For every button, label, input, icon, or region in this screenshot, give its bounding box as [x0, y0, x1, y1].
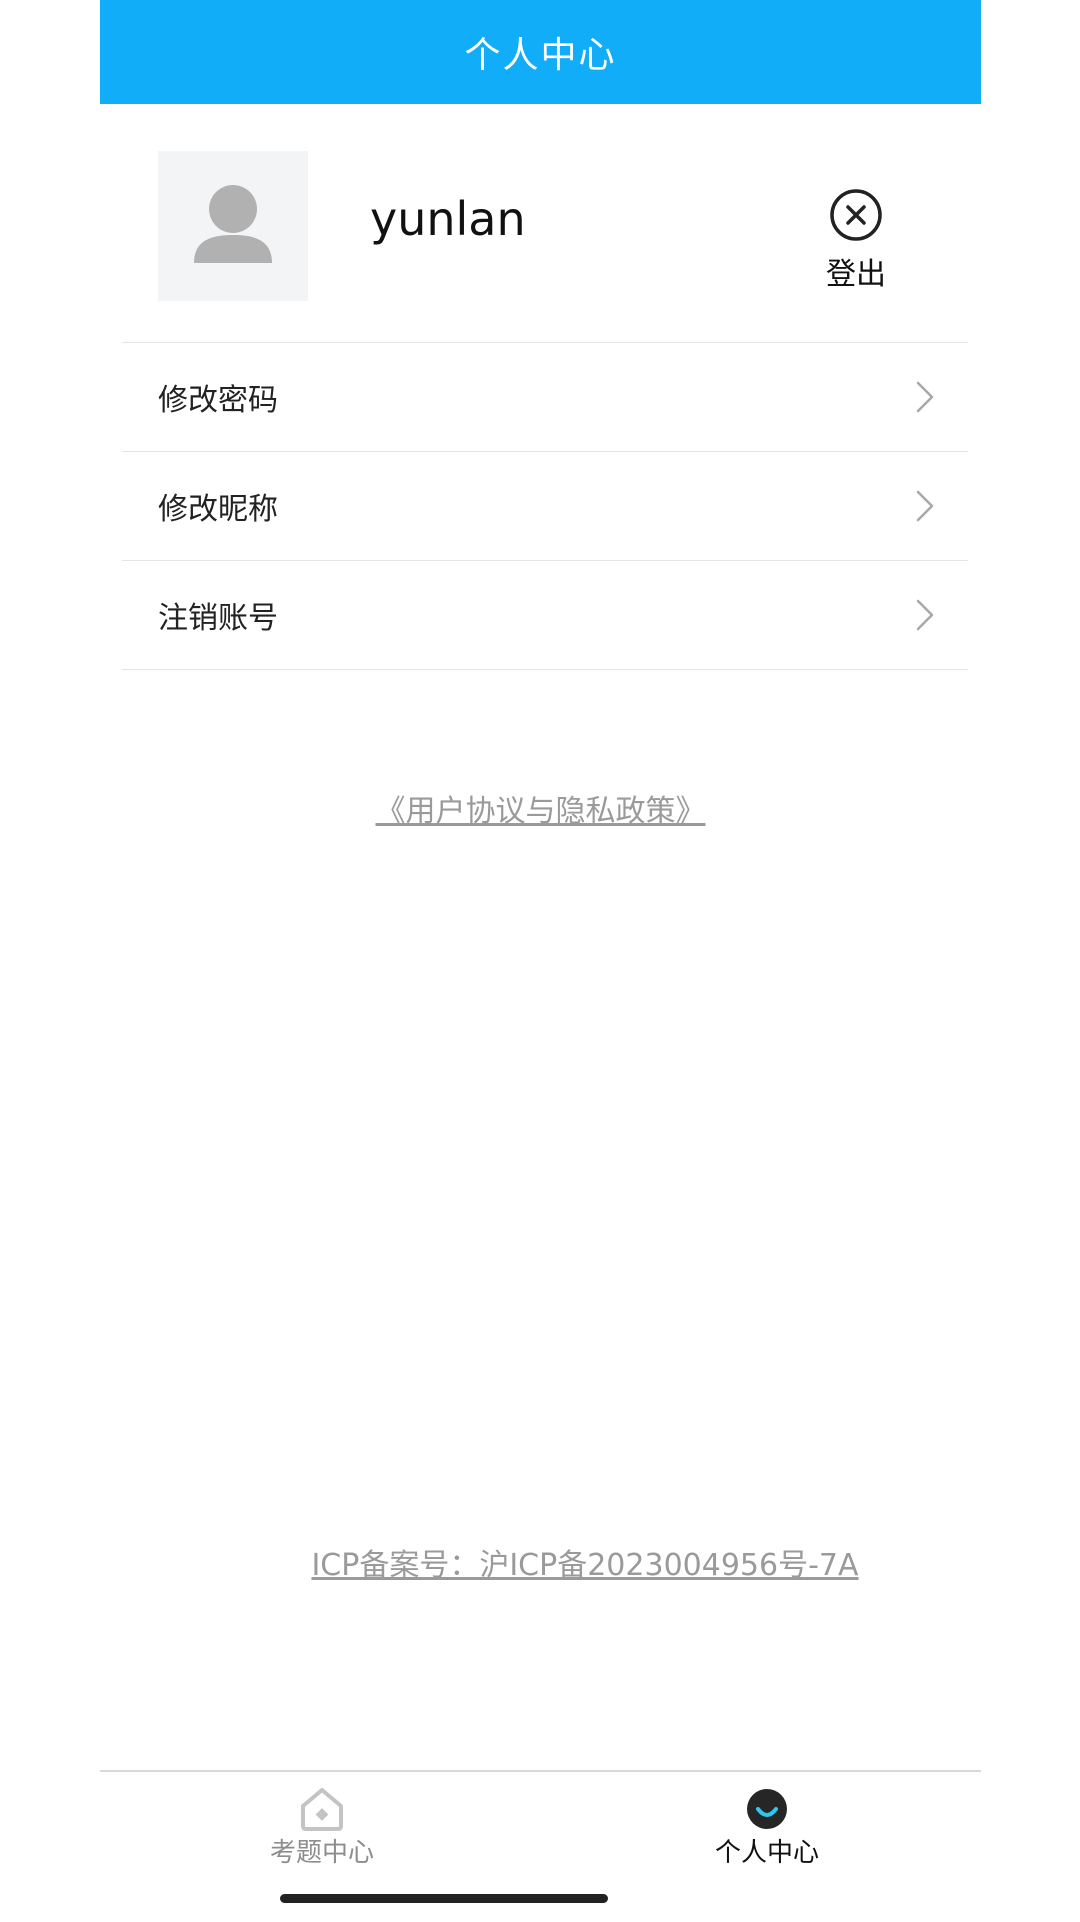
- chevron-right-icon: [916, 490, 934, 522]
- user-silhouette-icon: [194, 185, 272, 263]
- tab-label: 个人中心: [714, 1838, 819, 1868]
- menu-item-label: 修改昵称: [158, 492, 278, 527]
- home-indicator[interactable]: [280, 1894, 608, 1903]
- settings-menu: 修改密码 修改昵称 注销账号: [122, 342, 968, 670]
- menu-item-label: 修改密码: [158, 383, 278, 418]
- tab-exam-center[interactable]: 考题中心: [222, 1784, 422, 1866]
- app-screen: 个人中心 yunlan 登出 修改密码 修改昵称 注销账号 《用户协议与隐私政策…: [100, 0, 981, 1922]
- username: yunlan: [370, 192, 526, 246]
- profile-icon: [747, 1789, 787, 1829]
- menu-item-change-nickname[interactable]: 修改昵称: [122, 452, 968, 561]
- tab-personal-center[interactable]: 个人中心: [667, 1784, 867, 1866]
- header-bar: 个人中心: [100, 0, 981, 104]
- menu-item-label: 注销账号: [158, 601, 278, 636]
- home-icon: [301, 1788, 343, 1831]
- chevron-right-icon: [916, 381, 934, 413]
- tab-label: 考题中心: [269, 1838, 374, 1868]
- page-title: 个人中心: [464, 35, 617, 76]
- menu-item-delete-account[interactable]: 注销账号: [122, 561, 968, 670]
- menu-item-change-password[interactable]: 修改密码: [122, 343, 968, 452]
- logout-button[interactable]: 登出: [806, 188, 906, 290]
- profile-section: yunlan 登出: [100, 104, 981, 342]
- logout-label: 登出: [826, 257, 886, 292]
- chevron-right-icon: [916, 599, 934, 631]
- user-agreement-link[interactable]: 《用户协议与隐私政策》: [100, 786, 981, 830]
- circle-x-icon: [830, 189, 882, 241]
- icp-filing-link[interactable]: ICP备案号：沪ICP备2023004956号-7A: [295, 1540, 875, 1584]
- avatar: [158, 151, 308, 301]
